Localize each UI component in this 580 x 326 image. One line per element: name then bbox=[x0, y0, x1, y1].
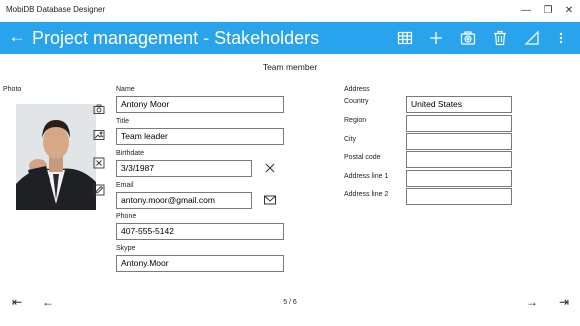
app-title: MobiDB Database Designer bbox=[6, 5, 106, 14]
phone-label: Phone bbox=[116, 213, 137, 220]
window-title-bar: MobiDB Database Designer — ❐ ✕ bbox=[0, 0, 580, 22]
edit-icon[interactable] bbox=[523, 29, 541, 47]
clear-icon[interactable] bbox=[263, 161, 277, 175]
section-title: Team member bbox=[262, 62, 318, 72]
add-icon[interactable] bbox=[427, 29, 445, 47]
previous-record-button[interactable]: ← bbox=[40, 295, 56, 309]
city-label: City bbox=[344, 136, 357, 143]
settings-icon[interactable] bbox=[459, 29, 477, 47]
first-record-button[interactable]: ⇤ bbox=[9, 295, 25, 309]
address-line2-field[interactable] bbox=[406, 188, 512, 205]
mail-icon[interactable] bbox=[263, 193, 277, 207]
image-icon[interactable] bbox=[93, 129, 105, 141]
page-title: Project management - Stakeholders bbox=[32, 28, 320, 48]
address-line2-label: Address line 2 bbox=[344, 191, 389, 198]
more-icon[interactable] bbox=[556, 29, 566, 47]
city-field[interactable] bbox=[406, 133, 512, 150]
country-label: Country bbox=[344, 98, 369, 105]
name-label: Name bbox=[116, 86, 135, 93]
table-icon[interactable] bbox=[396, 29, 414, 47]
phone-field[interactable]: 407-555-5142 bbox=[116, 223, 284, 240]
photo-label: Photo bbox=[3, 86, 22, 93]
last-record-button[interactable]: ⇥ bbox=[556, 295, 572, 309]
next-record-button[interactable]: → bbox=[524, 295, 540, 309]
record-pager: 5 / 6 bbox=[283, 299, 297, 306]
region-label: Region bbox=[344, 117, 367, 124]
email-label: Email bbox=[116, 182, 134, 189]
app-header: ← Project management - Stakeholders bbox=[0, 22, 580, 54]
back-button[interactable]: ← bbox=[8, 26, 26, 48]
close-window-button[interactable]: ✕ bbox=[561, 3, 577, 19]
address-line1-field[interactable] bbox=[406, 170, 512, 187]
region-field[interactable] bbox=[406, 115, 512, 132]
skype-field[interactable]: Antony.Moor bbox=[116, 255, 284, 272]
edit-photo-icon[interactable] bbox=[93, 184, 105, 196]
title-label: Title bbox=[116, 118, 129, 125]
minimize-button[interactable]: — bbox=[518, 3, 534, 19]
country-field[interactable]: United States bbox=[406, 96, 512, 113]
postal-code-field[interactable] bbox=[406, 151, 512, 168]
camera-icon[interactable] bbox=[93, 103, 105, 115]
name-field[interactable]: Antony Moor bbox=[116, 96, 284, 113]
delete-icon[interactable] bbox=[491, 29, 509, 47]
email-field[interactable]: antony.moor@gmail.com bbox=[116, 192, 252, 209]
clear-photo-icon[interactable] bbox=[93, 157, 105, 169]
birthdate-field[interactable]: 3/3/1987 bbox=[116, 160, 252, 177]
member-photo bbox=[16, 104, 96, 210]
skype-label: Skype bbox=[116, 245, 136, 252]
maximize-button[interactable]: ❐ bbox=[540, 3, 556, 19]
postal-code-label: Postal code bbox=[344, 154, 381, 161]
birthdate-label: Birthdate bbox=[116, 150, 145, 157]
address-label: Address bbox=[344, 86, 370, 93]
address-line1-label: Address line 1 bbox=[344, 173, 389, 180]
title-field[interactable]: Team leader bbox=[116, 128, 284, 145]
